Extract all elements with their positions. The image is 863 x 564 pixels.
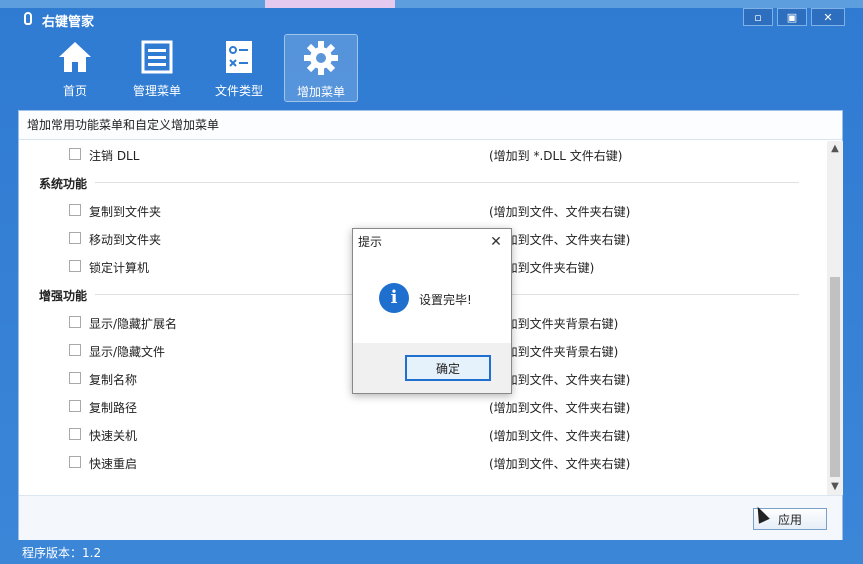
group-title: 增强功能 [39,289,88,303]
checkbox[interactable] [69,260,81,272]
item-name: 复制到文件夹 [89,205,162,219]
message-dialog: 提示 ✕ i 设置完毕! 确定 [352,228,512,394]
item-name: 复制名称 [89,373,138,387]
tool-manage-menu-label: 管理菜单 [132,84,181,98]
tool-file-types-label: 文件类型 [214,84,263,98]
toolbar: 首页 管理菜单 文件类型 增加菜单 [38,34,366,102]
item-name: 显示/隐藏文件 [89,345,166,359]
mouse-icon [24,12,32,25]
scroll-up-icon[interactable]: ▲ [827,141,843,157]
checklist-icon [216,34,262,80]
gear-icon [298,35,344,81]
tool-file-types[interactable]: 文件类型 [202,34,276,102]
item-name: 锁定计算机 [89,261,150,275]
dialog-footer: 确定 [353,343,511,393]
scroll-thumb[interactable] [830,277,840,477]
home-icon [52,34,98,80]
checkbox[interactable] [69,232,81,244]
group-title: 系统功能 [39,177,88,191]
list-item[interactable]: 快速关机 (增加到文件、文件夹右键) [19,421,827,449]
window-title: 右键管家 [42,15,95,30]
item-desc: (增加到文件、文件夹右键) [489,401,631,415]
tool-add-menu[interactable]: 增加菜单 [284,34,358,102]
main-window: 右键管家 ▫ ▣ ✕ 首页 管理菜单 文件类型 增加菜单 增加常用功能菜单和自定… [0,0,863,564]
footer-bar: 应用 [19,495,842,540]
item-name: 复制路径 [89,401,138,415]
checkbox[interactable] [69,148,81,160]
background-pink-block [265,0,395,8]
status-bar: 程序版本：1.2 [22,546,102,560]
dialog-close-icon[interactable]: ✕ [487,233,505,251]
scroll-down-icon[interactable]: ▼ [827,479,843,495]
item-desc: (增加到文件、文件夹右键) [489,429,631,443]
list-item[interactable]: 复制到文件夹 (增加到文件、文件夹右键) [19,197,827,225]
vertical-scrollbar[interactable]: ▲ ▼ [827,141,843,495]
minimize-button[interactable]: ▫ [743,8,773,26]
list-item[interactable]: 快速重启 (增加到文件、文件夹右键) [19,449,827,477]
dialog-body: i 设置完毕! [353,255,511,343]
checkbox[interactable] [69,344,81,356]
list-icon [134,34,180,80]
checkbox[interactable] [69,316,81,328]
info-icon: i [379,283,409,313]
item-name: 显示/隐藏扩展名 [89,317,178,331]
maximize-button[interactable]: ▣ [777,8,807,26]
checkbox[interactable] [69,428,81,440]
background-strip [0,0,863,8]
item-name: 快速重启 [89,457,138,471]
title-bar[interactable]: 右键管家 ▫ ▣ ✕ [0,8,863,30]
checkbox[interactable] [69,400,81,412]
tool-add-menu-label: 增加菜单 [296,85,345,99]
list-item[interactable]: 注销 DLL (增加到 *.DLL 文件右键) [19,141,827,169]
divider [95,182,799,183]
page-subtitle: 增加常用功能菜单和自定义增加菜单 [19,111,842,140]
tool-home[interactable]: 首页 [38,34,112,102]
item-desc: (增加到 *.DLL 文件右键) [489,149,623,163]
checkbox[interactable] [69,456,81,468]
tool-manage-menu[interactable]: 管理菜单 [120,34,194,102]
item-name: 移动到文件夹 [89,233,162,247]
group-header: 系统功能 [39,169,799,197]
list-item[interactable]: 复制路径 (增加到文件、文件夹右键) [19,393,827,421]
item-desc: (增加到文件、文件夹右键) [489,457,631,471]
close-button[interactable]: ✕ [811,8,845,26]
dialog-message: 设置完毕! [419,293,472,307]
item-desc: (增加到文件、文件夹右键) [489,205,631,219]
ok-button[interactable]: 确定 [405,355,491,381]
item-name: 注销 DLL [89,149,140,163]
item-name: 快速关机 [89,429,138,443]
checkbox[interactable] [69,372,81,384]
checkbox[interactable] [69,204,81,216]
tool-home-label: 首页 [62,84,87,98]
